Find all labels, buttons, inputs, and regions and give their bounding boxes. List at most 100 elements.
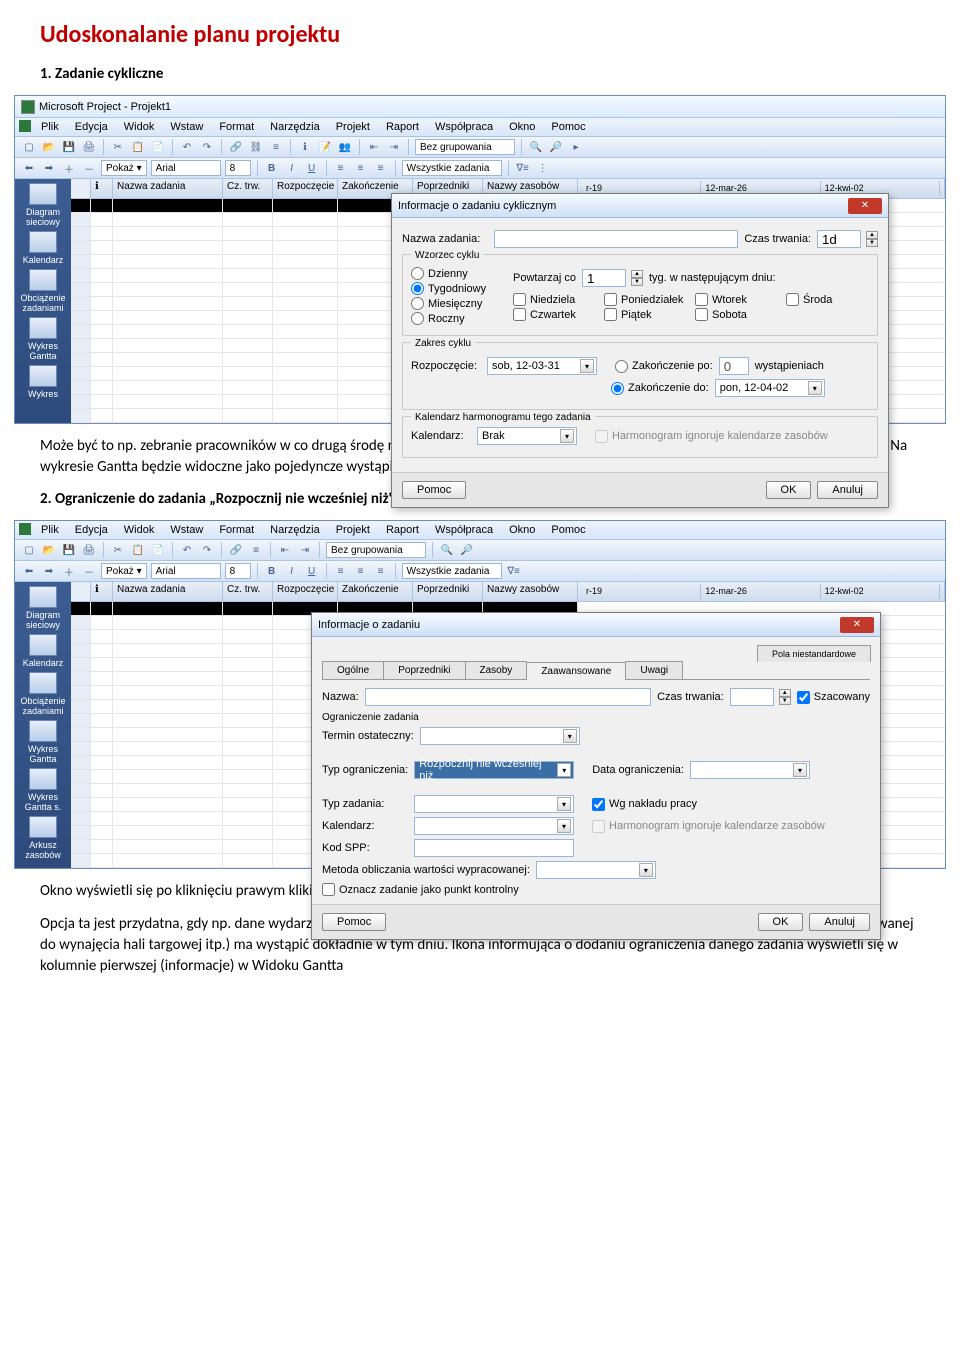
- col-cztrw[interactable]: Cz. trw.: [223, 179, 273, 198]
- print-icon[interactable]: 🖨: [81, 542, 97, 558]
- menu-pomoc[interactable]: Pomoc: [545, 120, 591, 134]
- menu-pomoc[interactable]: Pomoc: [545, 523, 591, 537]
- new-icon[interactable]: ▢: [21, 542, 37, 558]
- new-icon[interactable]: ▢: [21, 139, 37, 155]
- save-icon[interactable]: 💾: [61, 542, 77, 558]
- assign-icon[interactable]: 👥: [337, 139, 353, 155]
- zakdo-combo[interactable]: pon, 12-04-02▾: [715, 379, 825, 397]
- fontsize-combo[interactable]: 8: [225, 563, 251, 579]
- expand-icon[interactable]: ＋: [61, 160, 77, 176]
- col-blank[interactable]: [71, 582, 91, 601]
- align-right-icon[interactable]: ≡: [373, 160, 389, 176]
- czastrw-stepper[interactable]: ▲▼: [866, 231, 878, 247]
- goto-icon[interactable]: ▸: [568, 139, 584, 155]
- unlink-icon[interactable]: ⛓: [248, 139, 264, 155]
- col-nazwa[interactable]: Nazwa zadania: [113, 582, 223, 601]
- dataogr-combo[interactable]: ▾: [690, 761, 810, 779]
- more-icon[interactable]: ⋮: [535, 160, 551, 176]
- grouping-combo[interactable]: Bez grupowania: [326, 542, 426, 558]
- expand-icon[interactable]: ＋: [61, 563, 77, 579]
- radio-roczny[interactable]: Roczny: [411, 312, 501, 325]
- powtarzaj-stepper[interactable]: ▲▼: [631, 270, 643, 286]
- czastrw-input[interactable]: [817, 230, 861, 248]
- menu-edycja[interactable]: Edycja: [69, 120, 114, 134]
- check-wtorek[interactable]: Wtorek: [695, 293, 778, 306]
- cancel-button[interactable]: Anuluj: [817, 481, 878, 499]
- collapse-icon[interactable]: －: [81, 563, 97, 579]
- menu-okno[interactable]: Okno: [503, 523, 541, 537]
- help-button[interactable]: Pomoc: [322, 913, 386, 931]
- check-niedziela[interactable]: Niedziela: [513, 293, 596, 306]
- copy-icon[interactable]: 📋: [130, 139, 146, 155]
- font-combo[interactable]: Arial: [151, 563, 221, 579]
- sidebar-item-kalendarz[interactable]: Kalendarz: [17, 634, 69, 668]
- align-left-icon[interactable]: ≡: [333, 563, 349, 579]
- zoom-in-icon[interactable]: 🔍: [439, 542, 455, 558]
- indent-icon[interactable]: ⇤: [277, 542, 293, 558]
- split-icon[interactable]: ≡: [268, 139, 284, 155]
- info-icon[interactable]: ℹ: [297, 139, 313, 155]
- indent-icon[interactable]: ⇤: [366, 139, 382, 155]
- powtarzaj-input[interactable]: [582, 269, 626, 287]
- redo-icon[interactable]: ↷: [199, 139, 215, 155]
- open-icon[interactable]: 📂: [41, 139, 57, 155]
- radio-tygodniowy[interactable]: Tygodniowy: [411, 282, 501, 295]
- czastrw-stepper[interactable]: ▲▼: [779, 689, 791, 705]
- tab-zaawansowane[interactable]: Zaawansowane: [526, 662, 626, 680]
- menu-widok[interactable]: Widok: [118, 523, 161, 537]
- outdent-icon[interactable]: ⇥: [297, 542, 313, 558]
- col-info[interactable]: ℹ: [91, 179, 113, 198]
- link-icon[interactable]: 🔗: [228, 139, 244, 155]
- sidebar-item-gantt[interactable]: Wykres Gantta: [17, 720, 69, 764]
- align-right-icon[interactable]: ≡: [373, 563, 389, 579]
- metoda-combo[interactable]: ▾: [536, 861, 656, 879]
- sidebar-item-wykres[interactable]: Wykres: [17, 365, 69, 399]
- radio-dzienny[interactable]: Dzienny: [411, 267, 501, 280]
- open-icon[interactable]: 📂: [41, 542, 57, 558]
- col-blank[interactable]: [71, 179, 91, 198]
- col-info[interactable]: ℹ: [91, 582, 113, 601]
- italic-icon[interactable]: I: [284, 160, 300, 176]
- show-combo[interactable]: Pokaż ▾: [101, 160, 147, 176]
- link-icon[interactable]: 🔗: [228, 542, 244, 558]
- note-icon[interactable]: 📝: [317, 139, 333, 155]
- menu-format[interactable]: Format: [213, 120, 260, 134]
- check-czwartek[interactable]: Czwartek: [513, 308, 596, 321]
- bold-icon[interactable]: B: [264, 160, 280, 176]
- cancel-button[interactable]: Anuluj: [809, 913, 870, 931]
- radio-zakdo[interactable]: Zakończenie do:: [611, 382, 709, 395]
- redo-icon[interactable]: ↷: [199, 542, 215, 558]
- tab-ogolne[interactable]: Ogólne: [322, 661, 384, 679]
- sidebar-item-gantt[interactable]: Wykres Gantta: [17, 317, 69, 361]
- align-center-icon[interactable]: ≡: [353, 160, 369, 176]
- underline-icon[interactable]: U: [304, 563, 320, 579]
- close-button[interactable]: ✕: [848, 198, 882, 214]
- menu-format[interactable]: Format: [213, 523, 260, 537]
- col-cztrw[interactable]: Cz. trw.: [223, 582, 273, 601]
- underline-icon[interactable]: U: [304, 160, 320, 176]
- sidebar-item-arkusz[interactable]: Arkusz zasobów: [17, 816, 69, 860]
- sidebar-item-kalendarz[interactable]: Kalendarz: [17, 231, 69, 265]
- align-left-icon[interactable]: ≡: [333, 160, 349, 176]
- check-poniedzialek[interactable]: Poniedziałek: [604, 293, 687, 306]
- undo-icon[interactable]: ↶: [179, 139, 195, 155]
- collapse-icon[interactable]: －: [81, 160, 97, 176]
- rozp-combo[interactable]: sob, 12-03-31▾: [487, 357, 597, 375]
- autofilter-icon[interactable]: ∇≡: [506, 563, 522, 579]
- col-zasoby[interactable]: Nazwy zasobów: [483, 582, 578, 601]
- radio-miesieczny[interactable]: Miesięczny: [411, 297, 501, 310]
- sidebar-item-obciazenie[interactable]: Obciążenie zadaniami: [17, 672, 69, 716]
- align-center-icon[interactable]: ≡: [353, 563, 369, 579]
- nazwa-input[interactable]: [494, 230, 738, 248]
- outdent2-icon[interactable]: ⬅: [21, 563, 37, 579]
- indent2-icon[interactable]: ➡: [41, 563, 57, 579]
- check-piatek[interactable]: Piątek: [604, 308, 687, 321]
- filter-combo[interactable]: Wszystkie zadania: [402, 563, 502, 579]
- col-rozp[interactable]: Rozpoczęcie: [273, 582, 338, 601]
- menu-plik[interactable]: Plik: [35, 523, 65, 537]
- font-combo[interactable]: Arial: [151, 160, 221, 176]
- zoom-out-icon[interactable]: 🔎: [548, 139, 564, 155]
- col-poprz[interactable]: Poprzedniki: [413, 582, 483, 601]
- outdent2-icon[interactable]: ⬅: [21, 160, 37, 176]
- italic-icon[interactable]: I: [284, 563, 300, 579]
